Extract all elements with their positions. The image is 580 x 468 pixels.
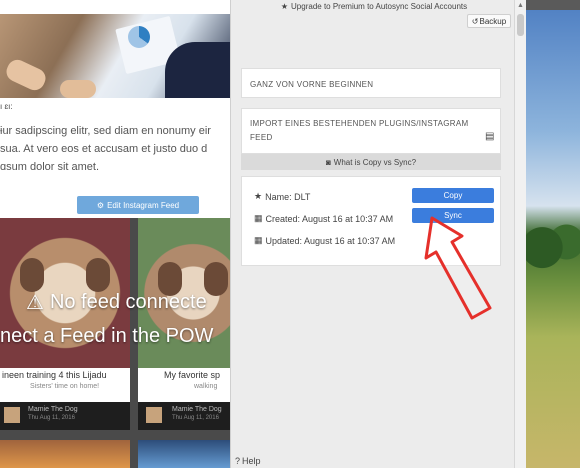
no-feed-label: No feed connecte	[49, 291, 207, 313]
website-preview: ı ɛı: ɨur sadipscing elitr, sed diam en …	[0, 0, 230, 468]
help-link[interactable]: ? Help	[235, 456, 261, 466]
upgrade-premium-link[interactable]: ★ Upgrade to Premium to Autosync Social …	[239, 0, 509, 14]
start-over-label: GANZ VON VORNE BEGINNEN	[250, 80, 374, 89]
panel-scrollbar[interactable]: ▲	[514, 0, 526, 468]
feed-created: ▦ Created: August 16 at 10:37 AM	[254, 213, 393, 224]
background-strip	[526, 0, 580, 10]
connect-feed-message: nect a Feed in the POW	[0, 325, 214, 347]
backup-button[interactable]: ↺ Backup	[467, 14, 511, 28]
import-label-line1: IMPORT EINES BESTEHENDEN PLUGINS/INSTAGR…	[250, 119, 469, 128]
backup-label: Backup	[479, 16, 507, 26]
existing-feed-card: ★ Name: DLT ▦ Created: August 16 at 10:3…	[241, 176, 501, 266]
question-icon: ◙	[325, 157, 331, 167]
calendar-icon: ▦	[254, 235, 263, 245]
document-icon: ▤	[485, 131, 495, 142]
undo-icon: ↺	[471, 16, 479, 26]
feed-settings-panel: ★ Upgrade to Premium to Autosync Social …	[230, 0, 514, 468]
feed-created-label: Created: August 16 at 10:37 AM	[265, 213, 394, 224]
scrollbar-thumb[interactable]	[517, 14, 524, 36]
copy-vs-sync-help[interactable]: ◙ What is Copy vs Sync?	[241, 154, 501, 170]
star-icon: ★	[254, 191, 263, 201]
calendar-icon: ▦	[254, 213, 263, 223]
help-label: Help	[242, 456, 261, 466]
star-icon: ★	[280, 2, 289, 11]
feed-name: ★ Name: DLT	[254, 191, 310, 202]
feed-updated: ▦ Updated: August 16 at 10:37 AM	[254, 235, 395, 246]
sync-button[interactable]: Sync	[412, 208, 494, 223]
import-feed-option[interactable]: IMPORT EINES BESTEHENDEN PLUGINS/INSTAGR…	[241, 108, 501, 154]
no-feed-message: ⚠ No feed connecte	[26, 290, 207, 315]
background-landscape	[526, 0, 580, 468]
help-icon: ?	[235, 456, 241, 466]
copy-vs-sync-label: What is Copy vs Sync?	[333, 157, 417, 167]
feed-updated-label: Updated: August 16 at 10:37 AM	[265, 235, 396, 246]
scroll-up-icon[interactable]: ▲	[517, 2, 524, 9]
feed-name-label: Name: DLT	[265, 191, 311, 202]
upgrade-label: Upgrade to Premium to Autosync Social Ac…	[291, 2, 468, 11]
copy-button[interactable]: Copy	[412, 188, 494, 203]
no-feed-overlay: ⚠ No feed connecte nect a Feed in the PO…	[0, 0, 230, 468]
start-over-option[interactable]: GANZ VON VORNE BEGINNEN	[241, 68, 501, 98]
warning-icon: ⚠	[26, 292, 44, 314]
import-label-line2: FEED	[250, 133, 273, 142]
